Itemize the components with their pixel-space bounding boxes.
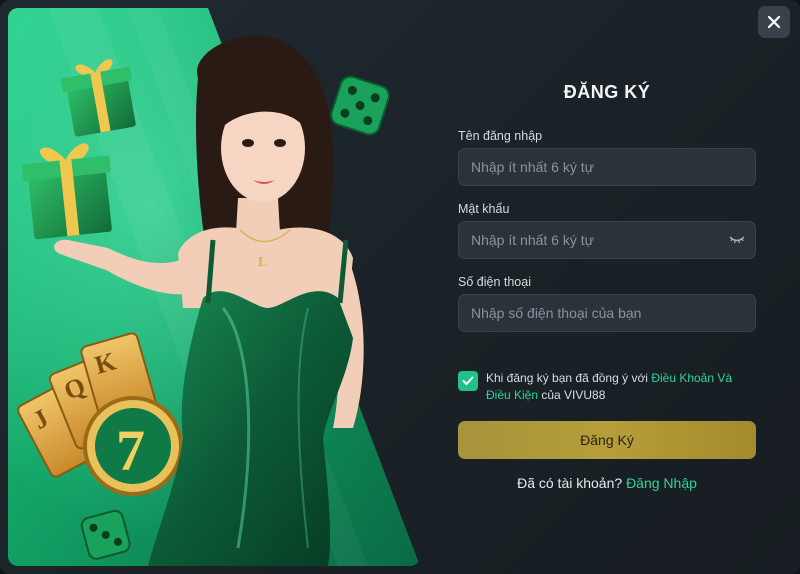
username-field[interactable] bbox=[458, 148, 756, 186]
password-field[interactable] bbox=[458, 221, 756, 259]
password-label: Mật khẩu bbox=[458, 202, 510, 216]
terms-text-before: Khi đăng ký bạn đã đồng ý với bbox=[486, 371, 652, 385]
username-label: Tên đăng nhập bbox=[458, 129, 543, 143]
terms-checkbox[interactable] bbox=[458, 371, 478, 391]
username-input[interactable] bbox=[471, 159, 743, 175]
promo-banner: J Q K 7 L bbox=[8, 8, 420, 566]
phone-input[interactable] bbox=[471, 305, 743, 321]
promo-illustration: J Q K 7 L bbox=[8, 8, 420, 566]
terms-text-after: của VIVU88 bbox=[538, 388, 606, 402]
close-icon bbox=[767, 15, 781, 29]
terms-text: Khi đăng ký bạn đã đồng ý với Điều Khoản… bbox=[486, 370, 756, 404]
register-submit-button[interactable]: Đăng Ký bbox=[458, 421, 756, 459]
password-input[interactable] bbox=[471, 232, 743, 248]
login-link[interactable]: Đăng Nhập bbox=[626, 475, 697, 491]
login-prompt-text: Đã có tài khoản? bbox=[517, 475, 623, 491]
terms-agreement: Khi đăng ký bạn đã đồng ý với Điều Khoản… bbox=[458, 370, 756, 404]
phone-label: Số điện thoại bbox=[458, 275, 531, 289]
dialog-title: ĐĂNG KÝ bbox=[563, 82, 651, 102]
login-prompt: Đã có tài khoản? Đăng Nhập bbox=[458, 475, 756, 491]
eye-closed-icon[interactable] bbox=[729, 234, 745, 246]
register-modal: J Q K 7 L ĐĂNG KÝ Tên đăng nhập Nhập ít … bbox=[0, 0, 800, 574]
svg-text:L: L bbox=[258, 255, 267, 270]
check-icon bbox=[462, 376, 474, 385]
close-button[interactable] bbox=[758, 6, 790, 38]
phone-field[interactable] bbox=[458, 294, 756, 332]
svg-text:7: 7 bbox=[116, 418, 145, 483]
